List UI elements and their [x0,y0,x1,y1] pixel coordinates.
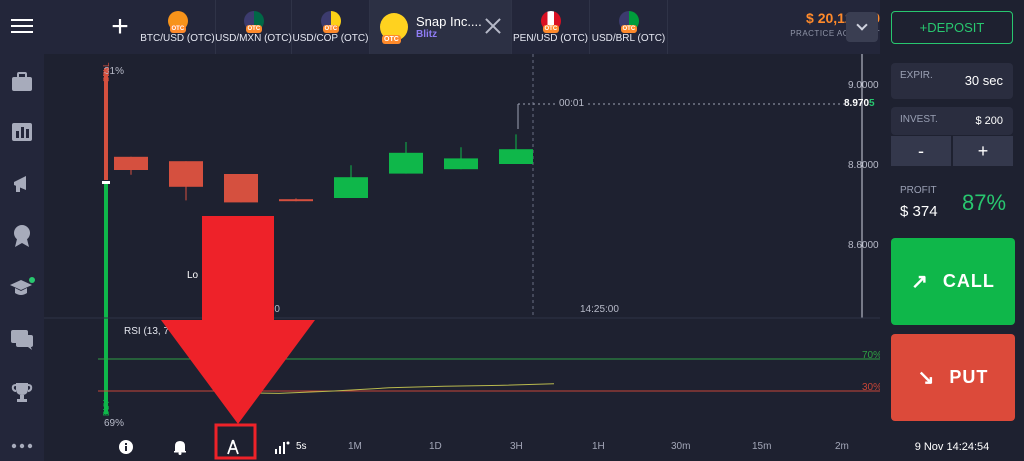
info-icon[interactable] [118,439,134,455]
chart-toolbar: 5s 1M 1D 3H 1H 30m 15m 2m [44,434,880,461]
tab-label: BTC/USD (OTC) [140,32,215,44]
tab-usd-cop[interactable]: OTC USD/COP (OTC) [292,0,370,54]
chart-icon[interactable] [0,112,44,152]
profit-value: $ 374 [900,203,938,220]
usd-mxn-flag-icon: OTC [243,10,264,33]
candle-body [444,158,478,170]
tab-usd-mxn[interactable]: OTC USD/MXN (OTC) [215,0,292,54]
sell-sentiment-bar [104,68,108,180]
trophy-icon[interactable] [0,372,44,412]
active-tab-title: Snap Inc.... [416,14,482,29]
rsi-indicator-label[interactable]: RSI (13, 7 [124,326,169,337]
rsi-30-label: 30% [862,382,883,393]
timeframe-button[interactable]: 1D [429,441,442,452]
sentiment-divider [102,181,110,184]
profit-caption: PROFIT [900,185,937,196]
arrow-up-right-icon: ↗ [911,271,929,293]
more-icon[interactable] [0,426,44,461]
deposit-button[interactable]: +DEPOSIT [891,11,1013,44]
buy-sentiment-bar [104,184,108,414]
megaphone-icon[interactable] [0,164,44,204]
price-tick: 8.8000 [848,160,879,171]
decrease-investment-button[interactable]: - [891,136,951,166]
add-asset-button[interactable]: + [100,10,140,44]
candle-body [169,161,203,187]
menu-icon[interactable] [0,6,44,46]
expiration-field[interactable]: EXPIR. 30 sec [891,63,1013,99]
timeframe-icon[interactable] [274,439,290,455]
active-tab-subtitle: Blitz [416,29,438,40]
candle-body [279,199,313,202]
account-dropdown-button[interactable] [846,12,878,42]
tab-label: USD/COP (OTC) [292,32,369,44]
timeframe-button[interactable]: 1H [592,441,605,452]
portfolio-icon[interactable] [0,62,44,102]
time-tick: 14:25:00 [580,304,619,315]
price-tick: 9.0000 [848,80,879,91]
candle-body [114,156,148,170]
sell-label: SELL [102,62,111,82]
price-chart[interactable] [44,54,880,434]
usd-brl-flag-icon: OTC [618,10,639,33]
tab-label: PEN/USD (OTC) [513,32,588,44]
investment-field[interactable]: INVEST. $ 200 [891,107,1013,135]
left-sidebar [0,0,44,461]
arrow-down-right-icon: ↘ [917,367,936,389]
call-button[interactable]: ↗ CALL [891,238,1015,325]
time-tick: :30 [266,304,280,315]
put-button[interactable]: ↘ PUT [891,334,1015,421]
timeframe-button[interactable]: 3H [510,441,523,452]
tab-pen-usd[interactable]: OTC PEN/USD (OTC) [512,0,590,54]
drawing-tools-icon[interactable] [225,439,241,455]
timeframe-button[interactable]: 2m [835,441,849,452]
timeframe-button[interactable]: 30m [671,441,690,452]
buy-percent: 69% [104,418,125,429]
trading-app: + OTC BTC/USD (OTC) OTC USD/MXN (OTC) OT… [0,0,1024,461]
buy-label: BUY [102,399,111,416]
close-tab-icon[interactable] [483,16,503,36]
low-label: Lo [187,270,199,281]
timeframe-button[interactable]: 1M [348,441,362,452]
asset-tabs-bar: + OTC BTC/USD (OTC) OTC USD/MXN (OTC) OT… [44,0,880,54]
tab-label: USD/BRL (OTC) [591,32,666,44]
price-tick: 8.6000 [848,240,879,251]
chevron-down-icon [856,19,868,31]
education-icon[interactable] [0,268,44,308]
tab-usd-brl[interactable]: OTC USD/BRL (OTC) [590,0,668,54]
trade-panel: +DEPOSIT EXPIR. 30 sec INVEST. $ 200 - +… [880,0,1024,461]
rsi-70-label: 70% [862,350,883,361]
increase-investment-button[interactable]: + [953,136,1013,166]
chat-icon[interactable] [0,320,44,360]
bitcoin-icon: OTC [167,10,188,33]
candle-body [499,149,533,164]
expiration-caption: EXPIR. [900,70,933,81]
candle-body [334,177,368,198]
candle-body [224,174,258,203]
investment-caption: INVEST. [900,114,938,125]
expiration-value: 30 sec [964,73,1003,88]
rsi-line [223,383,555,394]
candle-speed-label[interactable]: 5s [296,441,307,452]
profit-percent: 87% [962,190,1007,215]
chart-area[interactable]: 31% SELL BUY 69% 9.0000 8.8000 8.6000 8.… [44,54,883,434]
snapchat-icon: OTC [380,13,408,44]
put-label: PUT [949,367,989,387]
ribbon-icon[interactable] [0,216,44,256]
pen-usd-flag-icon: OTC [540,10,561,33]
current-price-label: 8.9705 [844,98,875,109]
tab-label: USD/MXN (OTC) [215,32,292,44]
investment-stepper: - + [891,136,1013,166]
investment-value: $ 200 [975,115,1003,127]
candle-body [389,152,423,174]
countdown-timer: 00:01 [556,98,588,109]
bell-icon[interactable] [172,439,188,455]
server-clock: 9 Nov 14:24:54 [914,441,990,453]
candles-group [114,134,533,203]
timeframe-button[interactable]: 15m [752,441,771,452]
tab-snap-active[interactable]: OTC Snap Inc.... Blitz [370,0,512,54]
tab-btc-usd[interactable]: OTC BTC/USD (OTC) [140,0,216,54]
call-label: CALL [942,271,995,291]
usd-cop-flag-icon: OTC [320,10,341,33]
